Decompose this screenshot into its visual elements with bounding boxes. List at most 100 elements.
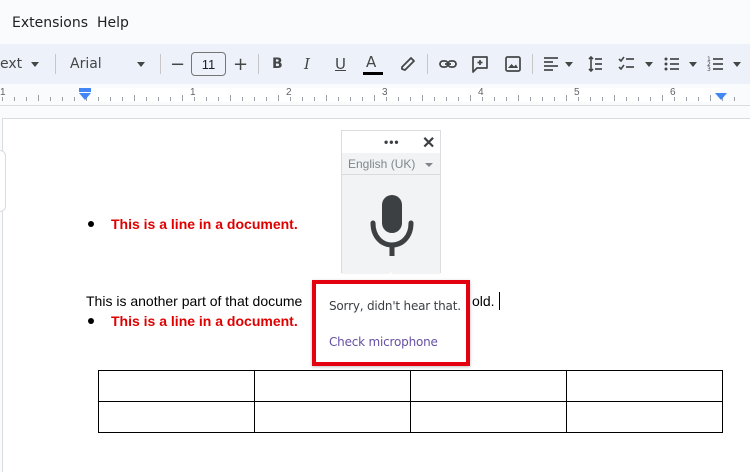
style-dropdown-label: ext — [0, 56, 23, 72]
menu-help[interactable]: Help — [97, 15, 129, 31]
toolbar: ext Arial − 11 + B I U A 1 2 3 — [0, 44, 750, 84]
voice-typing-panel: ••• ✕ English (UK) — [341, 130, 441, 274]
ruler-tick — [542, 97, 543, 101]
toolbar-divider — [160, 54, 161, 74]
plus-icon: + — [233, 53, 249, 75]
minus-icon: − — [170, 53, 186, 75]
bold-button[interactable]: B — [272, 44, 283, 84]
ruler-tick — [302, 97, 303, 101]
ruler-tick — [590, 97, 591, 101]
ruler-tick — [398, 97, 399, 101]
microphone-button[interactable] — [342, 175, 440, 274]
ruler-tick — [194, 97, 195, 101]
text-color-icon: A — [366, 53, 377, 71]
close-icon[interactable]: ✕ — [422, 133, 435, 153]
link-icon[interactable] — [438, 54, 458, 74]
toolbar-divider — [532, 54, 533, 74]
ruler-tick — [254, 97, 255, 101]
table-cell[interactable] — [566, 401, 723, 433]
ruler-tick — [614, 95, 615, 101]
body-paragraph-end: old. — [472, 293, 495, 309]
voice-error-popup: Sorry, didn't hear that. Check microphon… — [312, 280, 470, 366]
bullet-line-1: This is a line in a document. — [111, 216, 298, 232]
line-spacing-icon[interactable] — [585, 54, 605, 74]
voice-typing-header[interactable]: ••• ✕ — [342, 131, 440, 153]
table-cell[interactable] — [98, 401, 255, 433]
text-color-button[interactable]: A — [366, 44, 376, 84]
toolbar-divider — [258, 54, 259, 74]
right-indent-marker[interactable] — [715, 93, 727, 100]
menu-extensions[interactable]: Extensions — [12, 15, 88, 31]
ruler-tick — [122, 97, 123, 101]
text-color-swatch — [363, 72, 383, 75]
ruler-tick — [170, 97, 171, 101]
table-cell[interactable] — [410, 370, 567, 402]
toolbar-divider — [55, 54, 56, 74]
language-caret-icon — [425, 163, 433, 167]
ruler-tick — [578, 97, 579, 101]
italic-button[interactable]: I — [304, 44, 310, 84]
insert-image-icon[interactable] — [503, 54, 523, 74]
decrease-font-size-button[interactable]: − — [170, 44, 185, 84]
ruler-tick — [506, 97, 507, 101]
ruler-tick — [50, 97, 51, 101]
left-indent-marker[interactable] — [79, 93, 91, 100]
ruler-tick — [206, 97, 207, 101]
ruler-tick — [26, 97, 27, 101]
ruler-tick — [734, 97, 735, 101]
menu-bar: Extensions Help — [0, 0, 750, 44]
increase-font-size-button[interactable]: + — [233, 44, 248, 84]
more-options-icon[interactable]: ••• — [384, 136, 400, 148]
ruler-tick — [62, 97, 63, 101]
check-microphone-link[interactable]: Check microphone — [329, 335, 438, 349]
table-cell[interactable] — [566, 370, 723, 402]
language-selector[interactable]: English (UK) — [342, 153, 440, 175]
microphone-icon — [370, 195, 414, 256]
ruler-tick — [290, 97, 291, 101]
popup-pointer — [384, 272, 398, 280]
font-caret-icon — [137, 62, 145, 67]
table-cell[interactable] — [254, 401, 411, 433]
language-label: English (UK) — [348, 157, 416, 171]
ruler-tick — [698, 97, 699, 101]
ruler-tick — [470, 95, 471, 101]
ruler-tick — [134, 95, 135, 101]
table-cell[interactable] — [254, 370, 411, 402]
first-line-indent-marker[interactable] — [79, 88, 91, 92]
ruler-tick — [362, 97, 363, 101]
error-message: Sorry, didn't hear that. — [329, 299, 461, 313]
body-paragraph-start: This is another part of that docume — [86, 293, 303, 309]
ruler-tick — [338, 97, 339, 101]
ruler-tick — [326, 95, 327, 101]
ruler-tick — [626, 97, 627, 101]
ruler-tick — [278, 95, 279, 101]
document-table[interactable] — [98, 370, 723, 433]
ruler-tick — [686, 97, 687, 101]
add-comment-icon[interactable] — [470, 54, 490, 74]
bullet-icon — [88, 318, 94, 324]
checklist-icon[interactable] — [617, 54, 637, 74]
ruler-tick — [146, 97, 147, 101]
ruler-tick — [530, 97, 531, 101]
ruler-tick — [218, 97, 219, 101]
font-size-input[interactable]: 11 — [191, 52, 226, 76]
align-left-icon[interactable] — [541, 54, 561, 74]
numbered-list-icon[interactable]: 1 2 3 — [706, 54, 726, 74]
ruler-tick — [266, 97, 267, 101]
ruler-tick — [410, 97, 411, 101]
horizontal-ruler[interactable]: 1 1 2 3 4 5 6 — [0, 84, 750, 106]
table-cell[interactable] — [410, 401, 567, 433]
table-cell[interactable] — [98, 370, 255, 402]
style-dropdown[interactable]: ext — [0, 44, 22, 84]
ruler-tick — [386, 97, 387, 101]
ruler-tick — [110, 97, 111, 101]
highlight-pen-icon[interactable] — [398, 54, 418, 74]
ruler-tick — [554, 97, 555, 101]
ruler-tick — [494, 97, 495, 101]
ruler-tick — [638, 97, 639, 101]
bulleted-list-icon[interactable] — [662, 54, 682, 74]
outline-toggle-tab[interactable] — [0, 150, 6, 212]
underline-button[interactable]: U — [335, 44, 346, 84]
font-dropdown[interactable]: Arial — [70, 44, 102, 84]
ruler-tick — [602, 97, 603, 101]
